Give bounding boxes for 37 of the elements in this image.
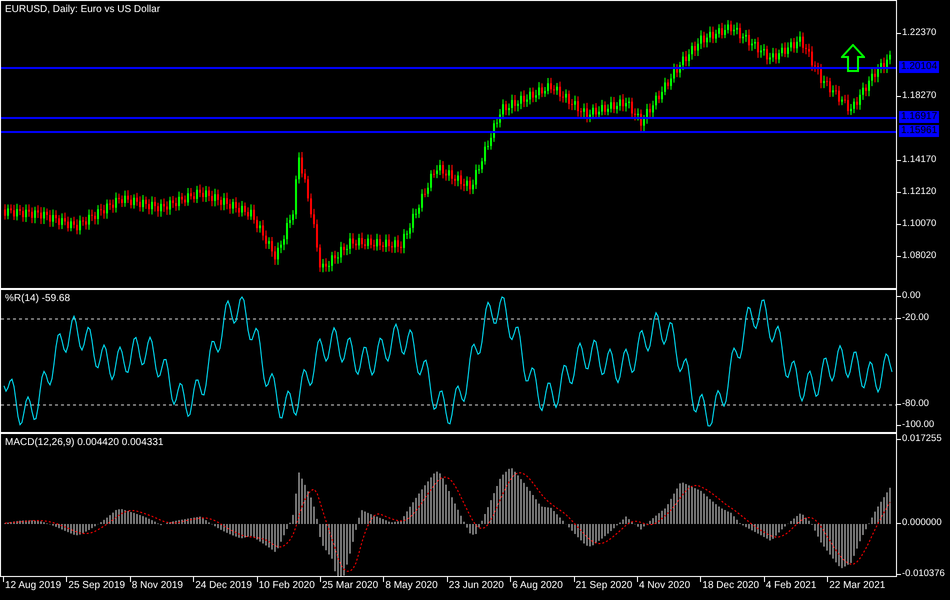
- axis-label: 1.12120: [902, 185, 936, 199]
- axis-label: -0.010376: [902, 567, 945, 581]
- horizontal-line[interactable]: [1, 117, 896, 119]
- time-label: 24 Dec 2019: [195, 580, 252, 592]
- time-label: 8 Nov 2019: [132, 580, 183, 592]
- axis-label: 0.000000: [902, 516, 942, 530]
- axis-label: 1.22370: [902, 26, 936, 40]
- indicator-title: MACD(12,26,9) 0.004420 0.004331: [5, 436, 164, 450]
- time-label: 4 Feb 2021: [766, 580, 816, 592]
- up-arrow-icon: [841, 44, 865, 72]
- time-label: 23 Jun 2020: [448, 580, 504, 592]
- horizontal-line[interactable]: [1, 131, 896, 133]
- price-level-tag: 1.20104: [899, 61, 940, 73]
- time-label: 8 May 2020: [385, 580, 438, 592]
- axis-label: 1.14170: [902, 153, 936, 167]
- horizontal-line[interactable]: [1, 67, 896, 69]
- time-label: 4 Nov 2020: [639, 580, 690, 592]
- axis-label: 0.00: [902, 289, 920, 303]
- time-label: 18 Dec 2020: [702, 580, 760, 592]
- time-label: 10 Feb 2020: [258, 580, 315, 592]
- time-label: 6 Aug 2020: [512, 580, 563, 592]
- axis-label: -20.00: [902, 311, 929, 325]
- chart-title: EURUSD, Daily: Euro vs US Dollar: [5, 3, 160, 17]
- axis-label: 1.10070: [902, 217, 936, 231]
- time-label: 25 Sep 2019: [68, 580, 126, 592]
- axis-label: -100.00: [902, 418, 934, 432]
- indicator-title: %R(14) -59.68: [5, 292, 70, 306]
- axis-label: -80.00: [902, 397, 929, 411]
- time-label: 25 Mar 2020: [322, 580, 378, 592]
- axis-label: 1.18270: [902, 89, 936, 103]
- axis-label: 1.08020: [902, 249, 936, 263]
- price-level-tag: 1.15961: [899, 125, 940, 137]
- price-level-tag: 1.16917: [899, 111, 940, 123]
- time-label: 12 Aug 2019: [5, 580, 62, 592]
- time-label: 22 Mar 2021: [829, 580, 886, 592]
- axis-label: 0.017255: [902, 432, 942, 446]
- time-label: 21 Sep 2020: [576, 580, 632, 592]
